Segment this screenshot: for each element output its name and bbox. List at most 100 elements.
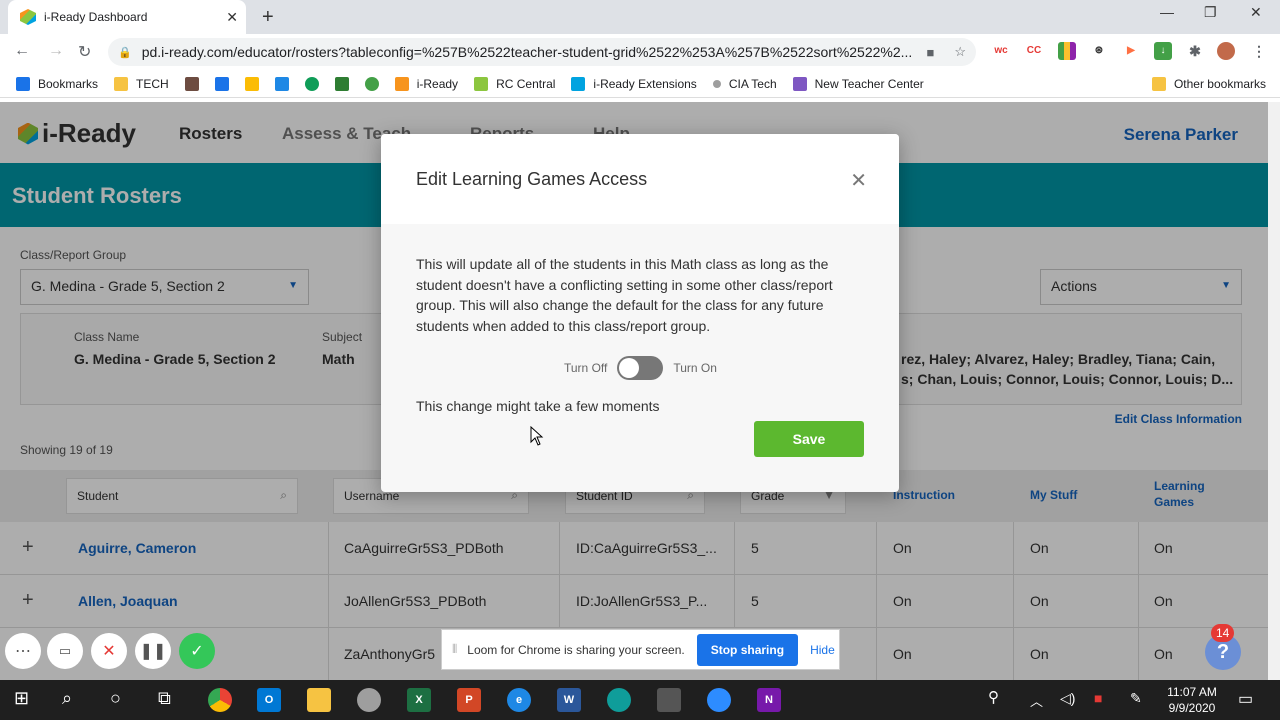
tab-close-icon[interactable]: ✕: [226, 9, 238, 26]
save-button[interactable]: Save: [754, 421, 864, 457]
loom-cancel-icon[interactable]: ✕: [91, 633, 127, 669]
people-icon[interactable]: ⚲: [988, 688, 999, 706]
new-tab-icon[interactable]: +: [262, 6, 274, 29]
search-icon[interactable]: ⌕: [62, 688, 72, 709]
iready-icon: [394, 76, 409, 91]
minimize-icon[interactable]: —: [1160, 4, 1174, 20]
forward-icon[interactable]: →: [48, 42, 64, 60]
task-view-icon[interactable]: ⧉: [158, 688, 171, 709]
volume-icon[interactable]: ◁): [1060, 690, 1075, 707]
modal-note: This change might take a few moments: [416, 398, 660, 414]
clock-time: 11:07 AM: [1167, 685, 1217, 699]
chrome-menu-icon[interactable]: ⋮: [1250, 42, 1268, 60]
bookmark-item-11[interactable]: i-Ready Extensions: [571, 76, 697, 91]
loom-more-icon[interactable]: ⋯: [5, 633, 41, 669]
close-window-icon[interactable]: ✕: [1250, 4, 1262, 21]
sharing-text: Loom for Chrome is sharing your screen.: [467, 642, 685, 657]
star-icon: [16, 76, 30, 91]
extension-download-icon[interactable]: ↓: [1154, 42, 1172, 60]
zoom-icon[interactable]: [707, 688, 731, 712]
camera-app-icon[interactable]: [657, 688, 681, 712]
bookmark-item-13[interactable]: New Teacher Center: [792, 76, 924, 91]
onenote-icon[interactable]: N: [757, 688, 781, 712]
bookmark-item-3[interactable]: [214, 76, 229, 91]
address-row: ← → ↻ 🔒 pd.i-ready.com/educator/rosters?…: [0, 34, 1280, 70]
bookmark-icon: [274, 76, 289, 91]
notification-badge: 14: [1211, 624, 1235, 642]
iready-favicon-icon: [20, 9, 36, 25]
extensions-puzzle-icon[interactable]: ✱: [1186, 42, 1204, 60]
bookmark-icon: [184, 76, 199, 91]
bookmark-item-2[interactable]: [184, 76, 199, 91]
modal-header: Edit Learning Games Access ✕: [381, 134, 899, 224]
learning-games-toggle-row: Turn Off Turn On: [564, 356, 717, 380]
folder-icon: [1151, 76, 1166, 91]
cortana-icon[interactable]: ○: [110, 688, 121, 709]
browser-tab[interactable]: i-Ready Dashboard ✕: [8, 0, 246, 34]
camera-icon[interactable]: ■: [926, 45, 934, 60]
extension-wc-icon[interactable]: wc: [992, 42, 1010, 60]
edit-learning-games-modal: Edit Learning Games Access ✕ This will u…: [381, 134, 899, 492]
mouse-cursor-icon: [530, 426, 544, 446]
excel-icon[interactable]: X: [407, 688, 431, 712]
reload-icon[interactable]: ↻: [78, 42, 91, 62]
bookmark-icon: [334, 76, 349, 91]
loom-finish-icon[interactable]: ✓: [179, 633, 215, 669]
modal-title: Edit Learning Games Access: [416, 169, 648, 189]
extension-cc-icon[interactable]: CC: [1025, 42, 1043, 60]
windows-start-icon[interactable]: ⊞: [14, 688, 29, 709]
bookmark-icon: [244, 76, 259, 91]
powerpoint-icon[interactable]: P: [457, 688, 481, 712]
bookmark-item-0[interactable]: Bookmarks: [16, 76, 98, 91]
internet-explorer-icon[interactable]: e: [507, 688, 531, 712]
pen-icon[interactable]: ✎: [1130, 690, 1142, 707]
notifications-icon[interactable]: ▭: [1238, 689, 1253, 709]
hide-button[interactable]: Hide: [810, 643, 835, 657]
edge-icon[interactable]: [607, 688, 631, 712]
page-scrollbar[interactable]: [1268, 102, 1280, 680]
loom-camera-icon[interactable]: ▭: [47, 633, 83, 669]
chrome-icon[interactable]: [208, 688, 232, 712]
bookmark-item-10[interactable]: RC Central: [474, 76, 555, 91]
back-icon[interactable]: ←: [14, 42, 30, 60]
turn-on-label: Turn On: [673, 361, 717, 375]
bookmark-item-8[interactable]: [364, 76, 379, 91]
app-icon[interactable]: [357, 688, 381, 712]
bookmark-item-12[interactable]: CIA Tech: [712, 77, 777, 91]
bookmark-item-4[interactable]: [244, 76, 259, 91]
word-icon[interactable]: W: [557, 688, 581, 712]
learning-games-toggle[interactable]: [617, 356, 664, 380]
chevron-up-icon[interactable]: ︿: [1030, 691, 1043, 710]
system-clock[interactable]: 11:07 AM 9/9/2020: [1160, 684, 1224, 716]
bookmark-item-9[interactable]: i-Ready: [394, 76, 458, 91]
close-icon[interactable]: ✕: [850, 168, 867, 193]
bookmark-star-icon[interactable]: ☆: [954, 44, 966, 60]
outlook-icon[interactable]: O: [257, 688, 281, 712]
extension-loom-icon[interactable]: ▶: [1122, 42, 1140, 60]
extension-openai-icon[interactable]: ⊛: [1090, 42, 1108, 60]
loom-pause-icon[interactable]: ❚❚: [135, 633, 171, 669]
folder-icon: [114, 76, 129, 91]
bookmark-icon: [214, 76, 229, 91]
screen-share-bar: ⦀ Loom for Chrome is sharing your screen…: [441, 629, 840, 670]
restore-icon[interactable]: ❐: [1204, 4, 1217, 21]
drag-handle-icon[interactable]: ⦀: [452, 642, 457, 657]
bookmark-item-1[interactable]: TECH: [114, 76, 169, 91]
stop-sharing-button[interactable]: Stop sharing: [696, 633, 799, 666]
file-explorer-icon[interactable]: [307, 688, 331, 712]
modal-description: This will update all of the students in …: [416, 256, 833, 334]
clock-date: 9/9/2020: [1168, 701, 1216, 715]
tray-app-icon[interactable]: ■: [1094, 690, 1102, 706]
extension-bars-icon[interactable]: [1058, 42, 1076, 60]
address-bar[interactable]: 🔒 pd.i-ready.com/educator/rosters?tablec…: [108, 38, 976, 66]
iready-icon: [474, 76, 489, 91]
other-bookmarks[interactable]: Other bookmarks: [1151, 76, 1266, 91]
turn-off-label: Turn Off: [564, 361, 608, 375]
profile-avatar[interactable]: [1217, 42, 1235, 60]
lock-icon: 🔒: [118, 46, 132, 59]
bookmark-item-5[interactable]: [274, 76, 289, 91]
bookmark-icon: [364, 76, 379, 91]
iready-icon: [571, 76, 586, 91]
bookmark-item-6[interactable]: [304, 76, 319, 91]
bookmark-item-7[interactable]: [334, 76, 349, 91]
